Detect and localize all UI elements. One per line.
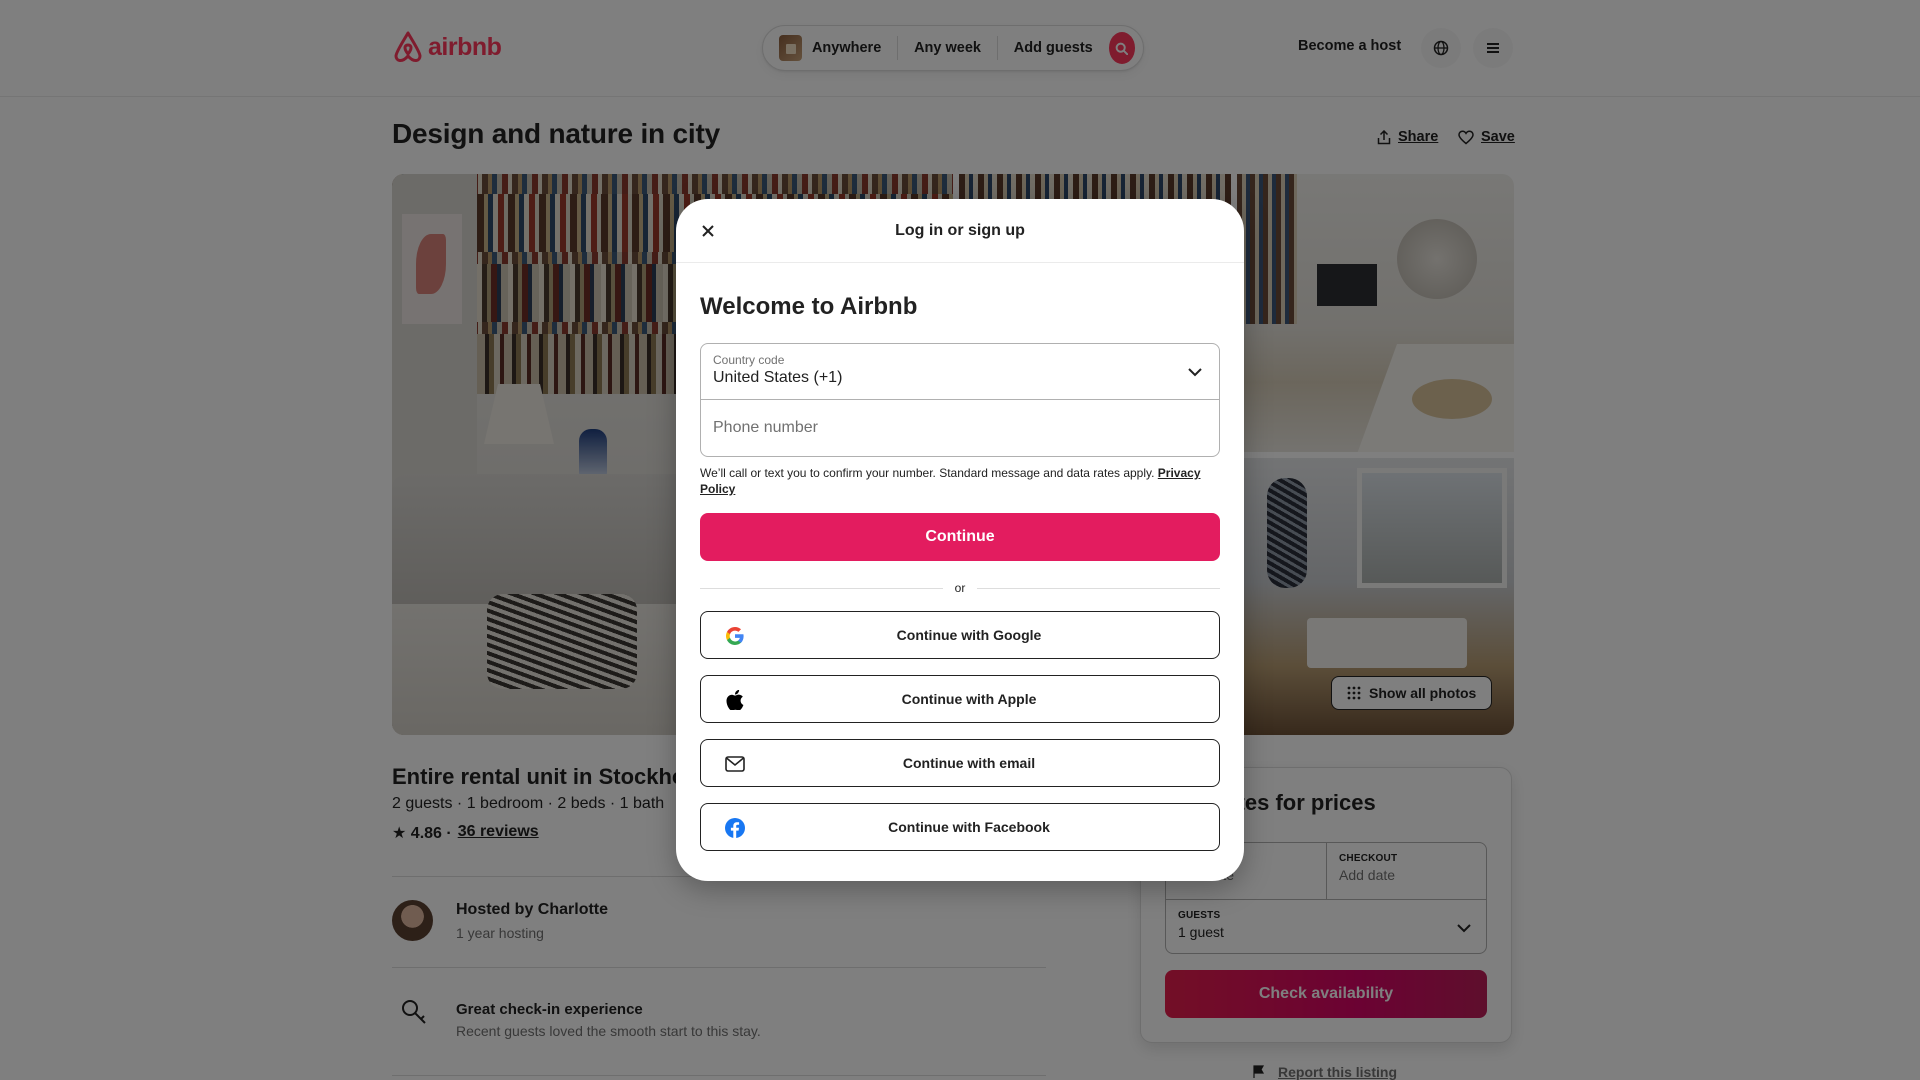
google-icon xyxy=(724,625,746,647)
google-label: Continue with Google xyxy=(896,627,1042,643)
welcome-heading: Welcome to Airbnb xyxy=(700,293,918,320)
facebook-icon xyxy=(724,817,746,839)
mail-icon xyxy=(724,753,746,775)
close-icon xyxy=(702,225,714,237)
or-line xyxy=(977,587,1221,589)
phone-form: Country code United States (+1) xyxy=(700,343,1220,457)
phone-disclaimer: We’ll call or text you to confirm your n… xyxy=(700,465,1220,497)
or-divider: or xyxy=(700,581,1221,595)
or-line xyxy=(700,587,943,589)
email-label: Continue with email xyxy=(902,755,1036,771)
disclaimer-text: We’ll call or text you to confirm your n… xyxy=(700,466,1155,480)
or-text: or xyxy=(954,581,966,595)
phone-number-input[interactable] xyxy=(701,400,1219,456)
continue-with-apple-button[interactable]: Continue with Apple xyxy=(700,675,1220,723)
chevron-down-icon xyxy=(1188,368,1202,377)
continue-with-facebook-button[interactable]: Continue with Facebook xyxy=(700,803,1220,851)
country-code-select[interactable]: Country code United States (+1) xyxy=(701,344,1219,400)
country-code-label: Country code xyxy=(713,353,785,367)
country-code-value: United States (+1) xyxy=(713,369,843,386)
continue-button[interactable]: Continue xyxy=(700,513,1220,561)
facebook-label: Continue with Facebook xyxy=(888,819,1050,835)
modal-body: Welcome to Airbnb Country code United St… xyxy=(676,293,1244,851)
login-modal: Log in or sign up Welcome to Airbnb Coun… xyxy=(676,199,1244,881)
apple-label: Continue with Apple xyxy=(901,691,1037,707)
close-button[interactable] xyxy=(692,215,724,247)
apple-icon xyxy=(724,689,746,711)
continue-with-google-button[interactable]: Continue with Google xyxy=(700,611,1220,659)
continue-with-email-button[interactable]: Continue with email xyxy=(700,739,1220,787)
modal-header: Log in or sign up xyxy=(676,199,1244,263)
modal-title: Log in or sign up xyxy=(895,221,1025,239)
